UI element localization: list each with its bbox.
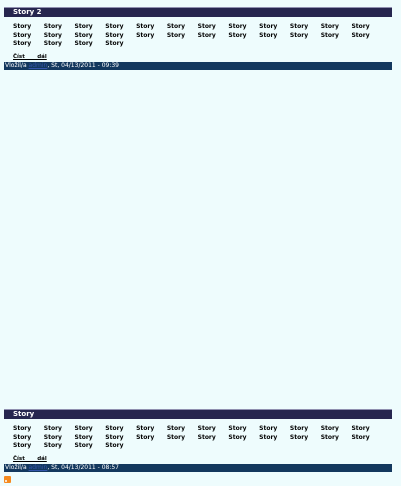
article-body: Story Story Story Story Story Story Stor… xyxy=(4,17,383,61)
meta-date: , St, 04/13/2011 - 09:39 xyxy=(47,62,120,69)
article-story-2: Story 2 Story Story Story Story Story St… xyxy=(4,7,392,70)
article-body: Story Story Story Story Story Story Stor… xyxy=(4,419,383,463)
article-title[interactable]: Story 2 xyxy=(4,7,392,17)
rss-feed-icon[interactable] xyxy=(4,476,11,483)
article-meta: Vložil/a admin, St, 04/13/2011 - 08:57 xyxy=(4,464,392,472)
article-body-text: Story Story Story Story Story Story Stor… xyxy=(13,23,370,47)
article-body-text: Story Story Story Story Story Story Stor… xyxy=(13,425,370,449)
meta-prefix: Vložil/a xyxy=(5,62,27,69)
article-story: Story Story Story Story Story Story Stor… xyxy=(4,409,392,472)
article-meta: Vložil/a admin, St, 04/13/2011 - 09:39 xyxy=(4,62,392,70)
author-link[interactable]: admin xyxy=(29,464,48,471)
read-more-link[interactable]: Číst dál xyxy=(13,54,47,61)
meta-date: , St, 04/13/2011 - 08:57 xyxy=(47,464,120,471)
article-title[interactable]: Story xyxy=(4,409,392,419)
author-link[interactable]: admin xyxy=(29,62,48,69)
read-more-link[interactable]: Číst dál xyxy=(13,456,47,463)
meta-prefix: Vložil/a xyxy=(5,464,27,471)
